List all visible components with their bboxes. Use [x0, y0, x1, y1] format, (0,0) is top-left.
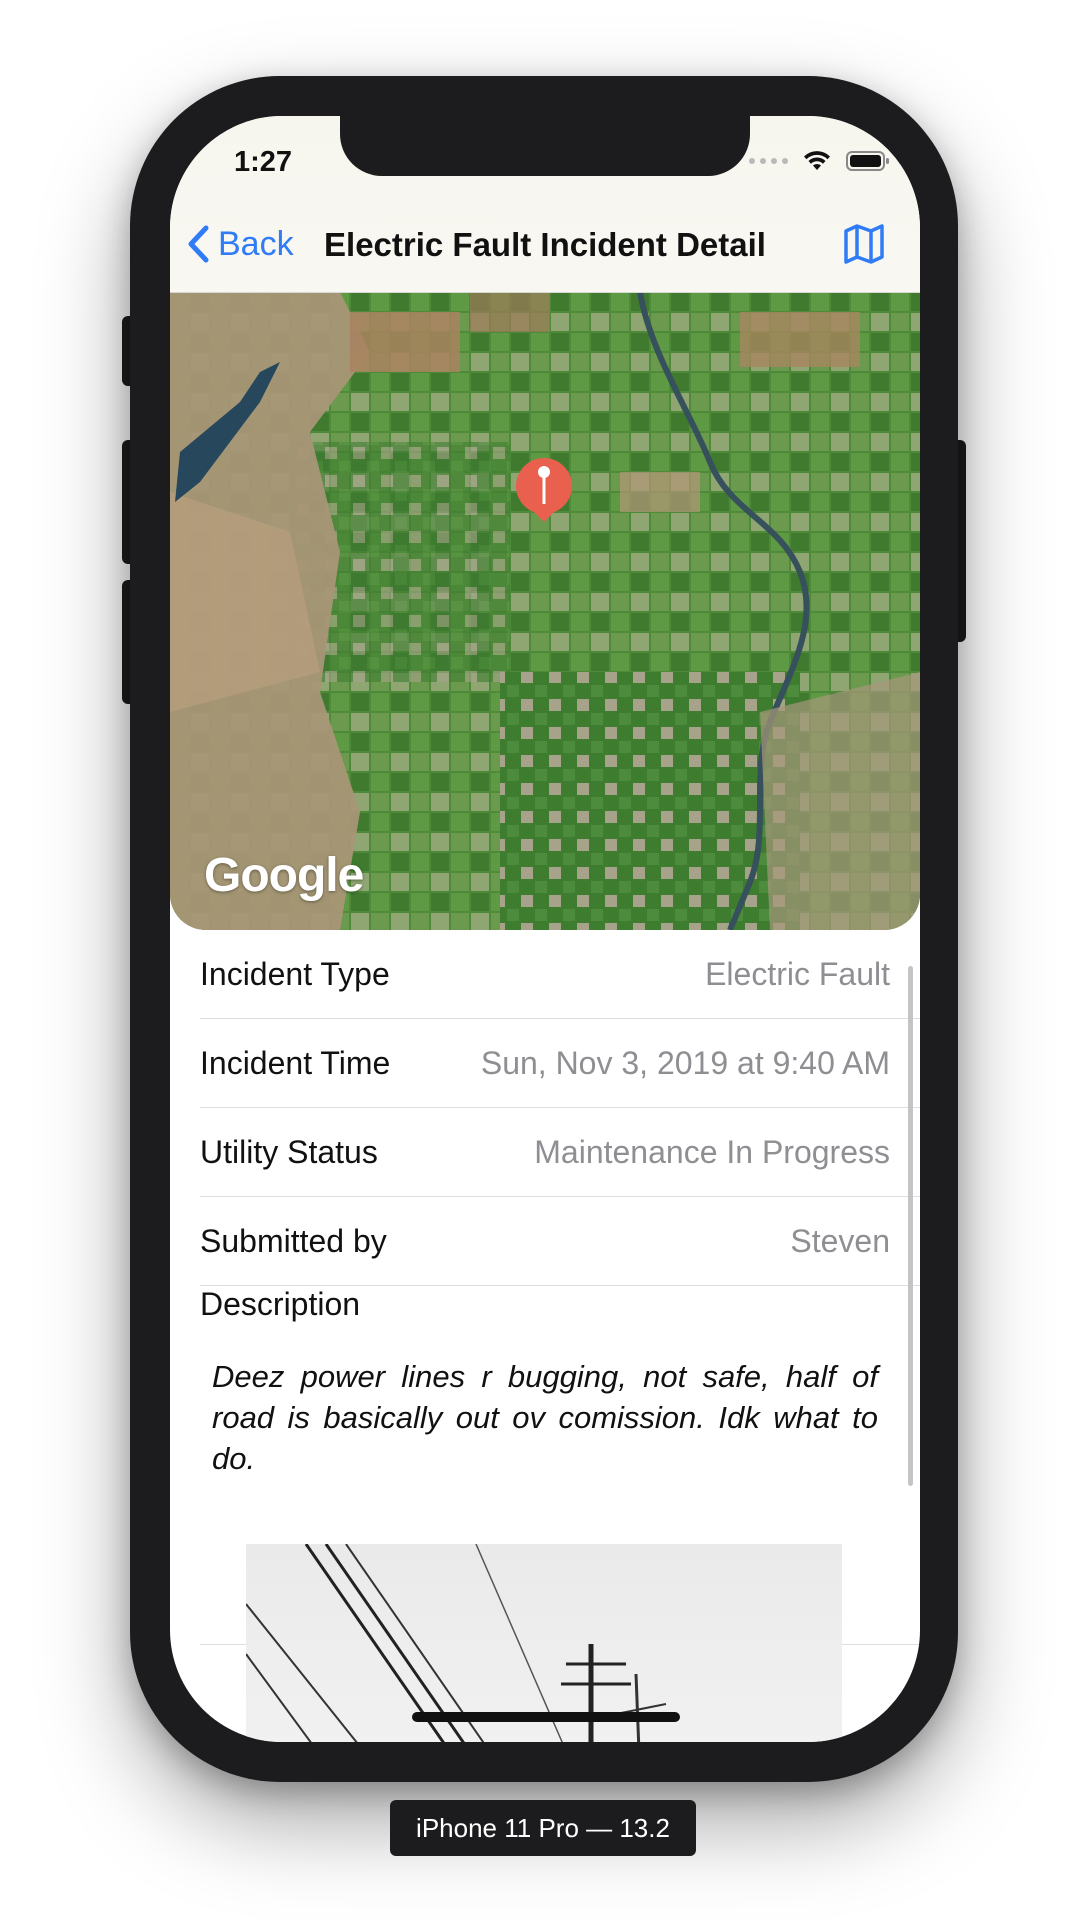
status-time: 1:27: [234, 146, 293, 178]
simulator-device-label: iPhone 11 Pro — 13.2: [390, 1800, 696, 1856]
detail-row-utility-status: Utility Status Maintenance In Progress: [200, 1108, 920, 1197]
detail-value: Maintenance In Progress: [534, 1134, 890, 1170]
detail-label: Submitted by: [200, 1223, 387, 1259]
detail-row-incident-type: Incident Type Electric Fault: [200, 930, 920, 1019]
wifi-icon: [804, 151, 830, 170]
page-title: Electric Fault Incident Detail: [324, 226, 766, 263]
description-label: Description: [200, 1286, 361, 1322]
scrollbar[interactable]: [908, 966, 913, 1486]
detail-row-submitted-by: Submitted by Steven: [200, 1197, 920, 1286]
status-icons: [749, 150, 890, 172]
home-indicator[interactable]: [412, 1712, 680, 1722]
detail-value: Steven: [790, 1223, 890, 1259]
incident-details-list: Incident Type Electric Fault Incident Ti…: [200, 930, 920, 1286]
description-text: Deez power lines r bugging, not safe, ha…: [212, 1359, 878, 1476]
battery-icon: [846, 151, 889, 171]
notch: [340, 116, 750, 176]
map-icon: [844, 224, 884, 264]
detail-value: Electric Fault: [705, 956, 890, 992]
detail-label: Incident Type: [200, 956, 390, 992]
detail-row-incident-time: Incident Time Sun, Nov 3, 2019 at 9:40 A…: [200, 1019, 920, 1108]
incident-map[interactable]: Google: [170, 292, 920, 930]
satellite-map-image: [170, 292, 920, 930]
google-attribution: Google: [204, 849, 364, 902]
detail-value: Sun, Nov 3, 2019 at 9:40 AM: [480, 1045, 890, 1081]
map-button[interactable]: [842, 222, 886, 271]
detail-label: Utility Status: [200, 1134, 378, 1170]
screen: 1:27 Back Electric Fault Incident Detail: [170, 116, 920, 1742]
detail-label: Incident Time: [200, 1045, 391, 1081]
cellular-signal-icon: [749, 158, 788, 164]
